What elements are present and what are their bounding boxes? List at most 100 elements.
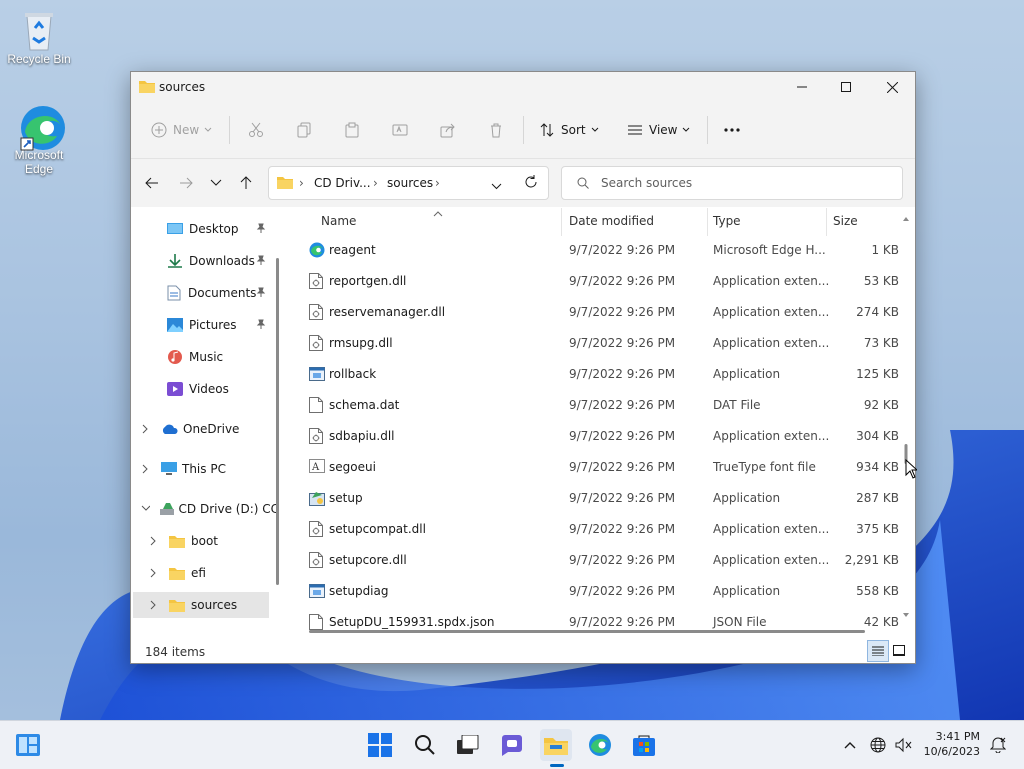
nav-item-folder-sources[interactable]: sources (133, 592, 269, 618)
file-row[interactable]: setup 9/7/2022 9:26 PM Application 287 KB (291, 483, 903, 514)
mouse-cursor-icon (905, 459, 917, 479)
file-date-modified: 9/7/2022 9:26 PM (569, 491, 676, 505)
more-options-button[interactable] (723, 120, 741, 140)
task-view-button[interactable] (452, 729, 484, 761)
nav-item-folder-efi[interactable]: efi (149, 562, 269, 584)
file-date-modified: 9/7/2022 9:26 PM (569, 522, 676, 536)
large-icons-view-button[interactable] (891, 642, 907, 658)
address-history-dropdown[interactable] (491, 179, 502, 193)
file-name: sdbapiu.dll (329, 429, 395, 443)
minimize-button[interactable] (779, 72, 825, 102)
column-divider[interactable] (826, 208, 827, 236)
file-row[interactable]: reagent 9/7/2022 9:26 PM Microsoft Edge H.… (291, 235, 903, 266)
nav-item-downloads[interactable]: Downloads (167, 250, 275, 272)
clipboard-icon (345, 122, 359, 138)
file-row[interactable]: SetupDU_159931.spdx.json 9/7/2022 9:26 PM… (291, 607, 903, 632)
rename-button[interactable] (392, 120, 408, 140)
file-name: schema.dat (329, 398, 400, 412)
show-hidden-icons-button[interactable] (836, 729, 864, 761)
nav-item-documents[interactable]: Documents (167, 282, 275, 304)
nav-item-videos[interactable]: Videos (167, 378, 275, 400)
maximize-button[interactable] (823, 72, 869, 102)
nav-item-folder-support[interactable]: support (149, 626, 269, 632)
file-name: setupcompat.dll (329, 522, 426, 536)
share-button[interactable] (440, 120, 456, 140)
file-explorer-taskbar-button[interactable] (540, 729, 572, 767)
view-list-icon (628, 125, 642, 135)
network-button[interactable] (864, 729, 892, 761)
nav-item-onedrive[interactable]: OneDrive (141, 418, 277, 440)
videos-icon (167, 382, 183, 396)
file-list-scrollbar[interactable] (901, 215, 911, 620)
chat-button[interactable] (496, 729, 528, 761)
desktop-icon-recycle-bin[interactable]: Recycle Bin (4, 8, 74, 66)
sort-button[interactable]: Sort (539, 120, 600, 140)
nav-item-label: OneDrive (183, 422, 240, 436)
delete-button[interactable] (488, 120, 504, 140)
file-row[interactable]: schema.dat 9/7/2022 9:26 PM DAT File 92 KB (291, 390, 903, 421)
address-bar[interactable]: › CD Driv... › sources › (268, 166, 549, 200)
new-button[interactable]: New (151, 120, 213, 140)
file-name: rollback (329, 367, 377, 381)
nav-item-label: Downloads (189, 254, 255, 268)
teams-chat-icon (502, 735, 522, 756)
file-row[interactable]: rmsupg.dll 9/7/2022 9:26 PM Application ex… (291, 328, 903, 359)
file-row[interactable]: Asegoeui 9/7/2022 9:26 PM TrueType font fi… (291, 452, 903, 483)
forward-button[interactable] (177, 174, 195, 192)
file-row[interactable]: reportgen.dll 9/7/2022 9:26 PM Application… (291, 266, 903, 297)
back-button[interactable] (143, 174, 161, 192)
toolbar-divider (523, 116, 524, 144)
file-row[interactable]: reservemanager.dll 9/7/2022 9:26 PM Applic… (291, 297, 903, 328)
up-button[interactable] (237, 174, 255, 192)
nav-item-this-pc[interactable]: This PC (141, 458, 277, 480)
details-view-button[interactable] (867, 640, 889, 662)
column-header-date[interactable]: Date modified (569, 214, 654, 228)
clock[interactable]: 3:41 PM 10/6/2023 (924, 729, 980, 759)
refresh-button[interactable] (524, 175, 538, 192)
desktop-icon-edge[interactable]: Microsoft Edge (4, 104, 74, 176)
store-taskbar-button[interactable] (628, 729, 660, 761)
file-size: 2,291 KB (844, 553, 899, 567)
start-button[interactable] (364, 729, 396, 761)
breadcrumb-sources[interactable]: sources (387, 176, 433, 190)
search-icon (577, 177, 589, 192)
file-type: Application exten... (713, 274, 830, 288)
file-row[interactable]: rollback 9/7/2022 9:26 PM Application 125 K… (291, 359, 903, 390)
cut-button[interactable] (248, 120, 264, 140)
copy-button[interactable] (296, 120, 312, 140)
close-button[interactable] (869, 72, 915, 102)
pin-icon (256, 286, 266, 300)
title-bar[interactable]: sources (131, 72, 915, 102)
recent-locations-button[interactable] (207, 174, 225, 192)
file-row[interactable]: setupdiag 9/7/2022 9:26 PM Application 558 … (291, 576, 903, 607)
nav-item-music[interactable]: Music (167, 346, 275, 368)
column-divider[interactable] (561, 208, 562, 236)
search-box[interactable]: Search sources (561, 166, 903, 200)
widgets-button[interactable] (12, 729, 44, 761)
nav-item-cd-drive[interactable]: CD Drive (D:) CC (141, 498, 279, 520)
file-row[interactable]: setupcore.dll 9/7/2022 9:26 PM Application… (291, 545, 903, 576)
search-taskbar-button[interactable] (409, 729, 441, 761)
nav-item-folder-boot[interactable]: boot (149, 530, 269, 552)
nav-item-desktop[interactable]: Desktop (167, 218, 275, 240)
paste-button[interactable] (344, 120, 360, 140)
column-divider[interactable] (707, 208, 708, 236)
column-header-name[interactable]: Name (321, 214, 356, 228)
file-row[interactable]: sdbapiu.dll 9/7/2022 9:26 PM Application e… (291, 421, 903, 452)
chevron-right-icon (150, 600, 156, 610)
file-row[interactable]: setupcompat.dll 9/7/2022 9:26 PM Applicati… (291, 514, 903, 545)
arrow-right-icon (180, 177, 193, 189)
nav-pane-scrollbar[interactable] (276, 258, 279, 585)
horizontal-scrollbar[interactable] (309, 630, 865, 633)
desktop-icon-label: Microsoft Edge (14, 148, 64, 176)
dll-file-icon (309, 335, 325, 351)
nav-item-pictures[interactable]: Pictures (167, 314, 275, 336)
breadcrumb-cd-drive[interactable]: CD Driv... (314, 176, 371, 190)
view-button[interactable]: View (627, 120, 691, 140)
column-header-size[interactable]: Size (833, 214, 858, 228)
nav-item-label: Desktop (189, 222, 239, 236)
volume-button[interactable] (890, 729, 918, 761)
notifications-button[interactable] (986, 729, 1010, 761)
edge-taskbar-button[interactable] (584, 729, 616, 761)
column-header-type[interactable]: Type (713, 214, 741, 228)
